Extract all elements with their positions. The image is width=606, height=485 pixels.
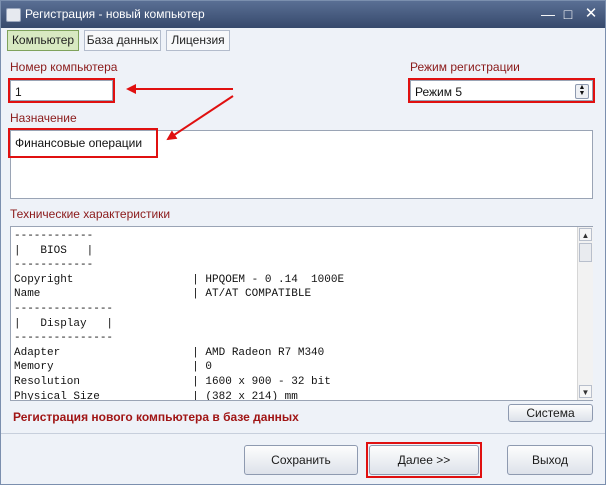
annotation-arrows bbox=[126, 84, 234, 141]
registration-window: Регистрация - новый компьютер — □ ✕ Комп… bbox=[0, 0, 606, 485]
arrow-to-purpose-icon bbox=[166, 95, 234, 141]
